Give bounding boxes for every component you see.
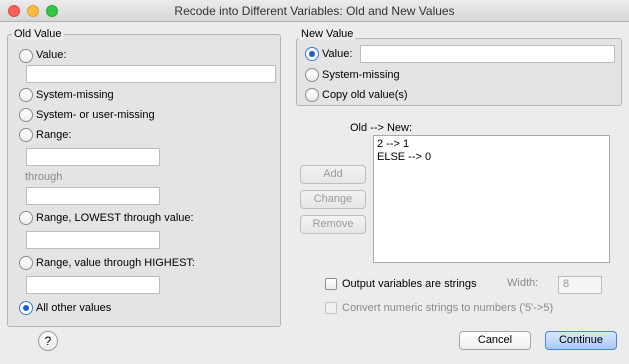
old-value-radio[interactable] xyxy=(19,49,33,63)
new-copy-old-label: Copy old value(s) xyxy=(322,89,408,101)
title-bar: Recode into Different Variables: Old and… xyxy=(0,0,629,22)
old-value-group-title: Old Value xyxy=(12,28,64,40)
cancel-button[interactable]: Cancel xyxy=(459,331,531,350)
window-title: Recode into Different Variables: Old and… xyxy=(174,4,455,18)
old-range-highest-radio[interactable] xyxy=(19,256,33,270)
list-item[interactable]: ELSE --> 0 xyxy=(377,151,606,164)
close-window-icon[interactable] xyxy=(8,5,20,17)
minimize-window-icon[interactable] xyxy=(27,5,39,17)
new-system-missing-label: System-missing xyxy=(322,69,400,81)
old-range-lowest-input[interactable] xyxy=(26,231,160,249)
change-button[interactable]: Change xyxy=(300,190,366,209)
new-value-input[interactable] xyxy=(360,45,615,63)
zoom-window-icon[interactable] xyxy=(46,5,58,17)
old-value-input[interactable] xyxy=(26,65,276,83)
recode-values-dialog: Recode into Different Variables: Old and… xyxy=(0,0,629,364)
old-new-list-label: Old --> New: xyxy=(350,122,413,134)
new-value-radio[interactable] xyxy=(305,47,319,61)
output-strings-checkbox[interactable] xyxy=(325,278,337,290)
width-input[interactable]: 8 xyxy=(558,276,602,294)
old-system-missing-label: System-missing xyxy=(36,89,114,101)
old-range-radio[interactable] xyxy=(19,128,33,142)
old-new-list[interactable]: 2 --> 1 ELSE --> 0 xyxy=(373,135,610,263)
width-label: Width: xyxy=(507,277,539,289)
new-copy-old-radio[interactable] xyxy=(305,88,319,102)
old-range-to-input[interactable] xyxy=(26,187,160,205)
old-system-or-user-missing-label: System- or user-missing xyxy=(36,109,155,121)
old-all-other-radio[interactable] xyxy=(19,301,33,315)
list-item[interactable]: 2 --> 1 xyxy=(377,138,606,151)
convert-numeric-checkbox[interactable] xyxy=(325,302,337,314)
old-range-highest-label: Range, value through HIGHEST: xyxy=(36,257,195,269)
help-button[interactable]: ? xyxy=(38,331,58,351)
add-button[interactable]: Add xyxy=(300,165,366,184)
old-range-highest-input[interactable] xyxy=(26,276,160,294)
old-range-label: Range: xyxy=(36,129,72,141)
old-value-label: Value: xyxy=(36,49,67,61)
continue-button[interactable]: Continue xyxy=(545,331,617,350)
through-label: through xyxy=(25,171,63,183)
output-strings-label: Output variables are strings xyxy=(342,278,477,290)
old-range-from-input[interactable] xyxy=(26,148,160,166)
old-system-missing-radio[interactable] xyxy=(19,88,33,102)
new-system-missing-radio[interactable] xyxy=(305,68,319,82)
old-range-lowest-label: Range, LOWEST through value: xyxy=(36,212,194,224)
new-value-group-title: New Value xyxy=(299,28,356,40)
old-all-other-label: All other values xyxy=(36,302,112,314)
old-system-or-user-missing-radio[interactable] xyxy=(19,108,33,122)
remove-button[interactable]: Remove xyxy=(300,215,366,234)
convert-numeric-label: Convert numeric strings to numbers ('5'-… xyxy=(342,302,554,314)
old-range-lowest-radio[interactable] xyxy=(19,211,33,225)
new-value-label: Value: xyxy=(322,48,353,60)
